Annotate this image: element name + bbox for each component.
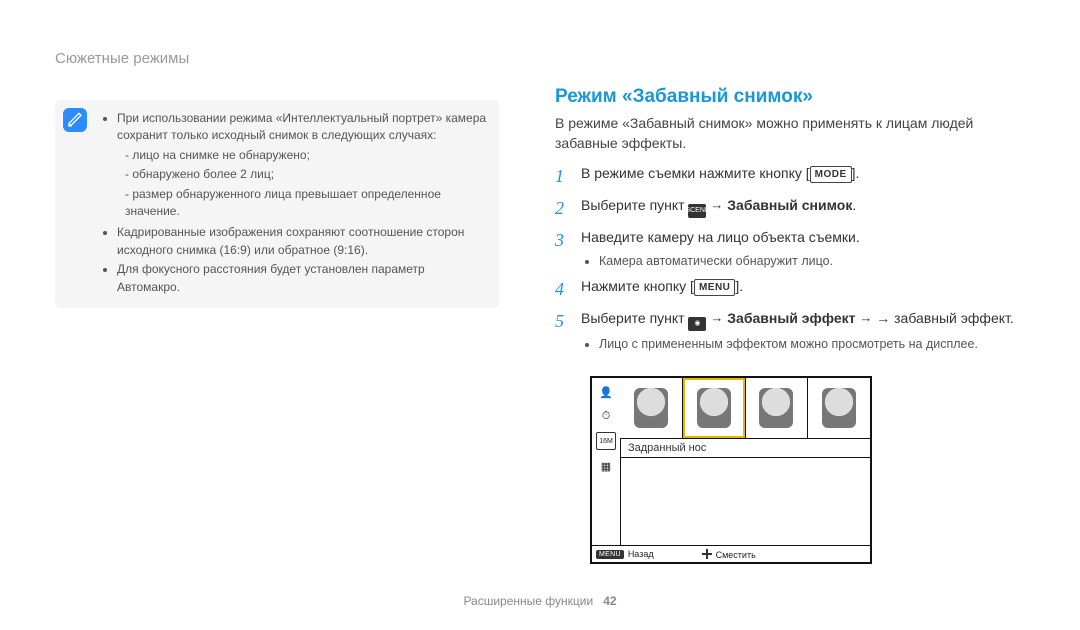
page-footer: Расширенные функции 42: [0, 594, 1080, 608]
note-item-text: Для фокусного расстояния будет установле…: [117, 261, 487, 296]
step-5: 5 Выберите пункт ◉ → Забавный эффект → →…: [555, 308, 1030, 353]
grid-icon: ▦: [598, 458, 614, 474]
note-item-text: Кадрированные изображения сохраняют соот…: [117, 224, 487, 259]
effect-thumb[interactable]: [746, 378, 809, 438]
effect-thumb-selected[interactable]: [683, 378, 746, 438]
effect-name: Задранный нос: [628, 442, 706, 454]
step-text-bold: Забавный снимок: [727, 197, 852, 213]
step-text: ].: [735, 278, 743, 294]
effect-thumb[interactable]: [620, 378, 683, 438]
camera-left-icons: 👤 ⏱ 16M ▦: [592, 378, 621, 546]
menu-chip-icon: MENU: [596, 550, 624, 559]
arrow-icon: →: [710, 310, 723, 325]
step-number: 2: [555, 195, 569, 221]
info-note: При использовании режима «Интеллектуальн…: [55, 100, 499, 308]
step-1: 1 В режиме съемки нажмите кнопку [MODE].: [555, 163, 1030, 189]
dpad-icon: [702, 549, 712, 559]
note-item-text: При использовании режима «Интеллектуальн…: [117, 111, 486, 142]
step-2: 2 Выберите пункт SCENE → Забавный снимок…: [555, 195, 1030, 221]
step-bullet: Лицо с примененным эффектом можно просмо…: [599, 335, 1030, 353]
step-text: Нажмите кнопку [: [581, 278, 694, 294]
step-text: .: [852, 197, 856, 213]
move-label: Сместить: [716, 550, 756, 560]
step-number: 1: [555, 163, 569, 189]
effect-thumb[interactable]: [808, 378, 870, 438]
section-title: Режим «Забавный снимок»: [555, 86, 1030, 108]
note-subitem: размер обнаруженного лица превышает опре…: [125, 186, 487, 221]
step-text-bold: Забавный эффект: [727, 310, 855, 326]
page-header: Сюжетные режимы: [55, 50, 189, 67]
camera-icon: ◉: [688, 317, 706, 331]
step-text: Наведите камеру на лицо объекта съемки.: [581, 229, 860, 245]
step-text: Выберите пункт: [581, 310, 688, 326]
step-text: Выберите пункт: [581, 197, 688, 213]
step-text: → забавный эффект.: [876, 310, 1014, 326]
step-number: 5: [555, 308, 569, 334]
note-subitem: обнаружено более 2 лиц;: [125, 166, 487, 183]
step-4: 4 Нажмите кнопку [MENU].: [555, 276, 1030, 302]
note-list: При использовании режима «Интеллектуальн…: [103, 110, 487, 296]
step-text: ].: [852, 165, 860, 181]
camera-preview-screen: 👤 ⏱ 16M ▦ Задранный нос MENU Назад Смест…: [590, 376, 872, 564]
note-subitem: лицо на снимке не обнаружено;: [125, 147, 487, 164]
arrow-icon: →: [710, 197, 723, 212]
effect-thumbnails: [620, 378, 870, 439]
footer-text: Расширенные функции: [463, 594, 593, 608]
step-number: 4: [555, 276, 569, 302]
mode-badge: MODE: [810, 166, 852, 183]
camera-footer: MENU Назад Сместить: [592, 545, 870, 562]
move-control[interactable]: Сместить: [702, 549, 756, 560]
size-icon: 16M: [596, 432, 616, 450]
page-number: 42: [603, 594, 616, 608]
step-3: 3 Наведите камеру на лицо объекта съемки…: [555, 227, 1030, 269]
step-bullet: Камера автоматически обнаружит лицо.: [599, 252, 1030, 270]
info-pencil-icon: [63, 108, 87, 132]
step-number: 3: [555, 227, 569, 253]
section-intro: В режиме «Забавный снимок» можно применя…: [555, 114, 1030, 153]
timer-icon: ⏱: [598, 408, 614, 424]
arrow-icon: →: [859, 310, 872, 325]
back-label[interactable]: Назад: [628, 549, 654, 559]
scene-icon: SCENE: [688, 204, 706, 218]
effect-name-row: Задранный нос: [620, 438, 870, 458]
funny-mode-icon: 👤: [598, 384, 614, 400]
right-column: Режим «Забавный снимок» В режиме «Забавн…: [555, 86, 1030, 359]
step-text: В режиме съемки нажмите кнопку [: [581, 165, 810, 181]
menu-badge: MENU: [694, 279, 735, 296]
